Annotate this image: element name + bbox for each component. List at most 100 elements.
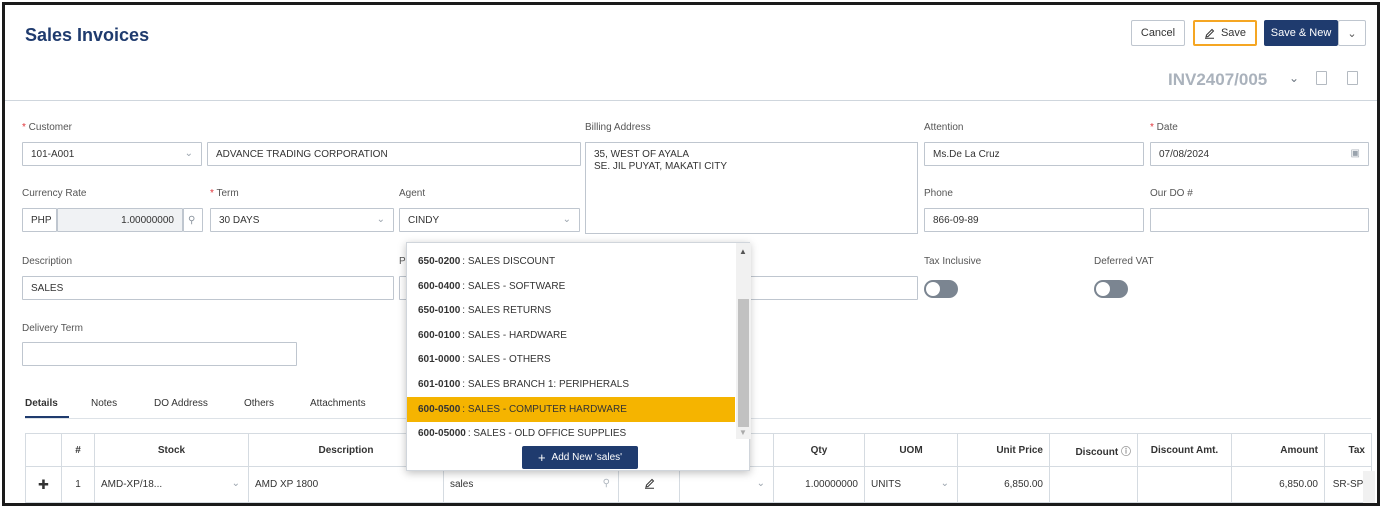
drag-handle-icon[interactable]: ✚ — [25, 466, 62, 503]
term-value: 30 DAYS — [219, 214, 260, 226]
row-unit-price[interactable]: 6,850.00 — [957, 466, 1050, 503]
add-new-button[interactable]: + Add New 'sales' — [522, 446, 638, 469]
tab-do-address[interactable]: DO Address — [154, 398, 208, 409]
row-uom-select[interactable]: UNITS ⌄ — [864, 466, 958, 503]
chevron-down-icon: ⌄ — [756, 478, 765, 489]
billing-line-1: 35, WEST OF AYALA — [594, 149, 690, 160]
table-row: ✚ 1 AMD-XP/18... ⌄ AMD XP 1800 sales ⚲ ⌄ 1… — [25, 466, 1372, 503]
row-qty[interactable]: 1.00000000 — [773, 466, 865, 503]
page-title: Sales Invoices — [25, 25, 150, 45]
dropdown-item[interactable]: 601-0100 : SALES BRANCH 1: PERIPHERALS — [407, 372, 735, 397]
document-icon[interactable] — [1347, 71, 1358, 85]
row-stock-select[interactable]: AMD-XP/18... ⌄ — [94, 466, 249, 503]
our-do-label: Our DO # — [1150, 188, 1193, 199]
dropdown-item-selected[interactable]: 600-0500 : SALES - COMPUTER HARDWARE — [407, 397, 735, 422]
delivery-term-label: Delivery Term — [22, 323, 83, 334]
row-stock-value: AMD-XP/18... — [101, 479, 163, 490]
p-label: P — [399, 256, 406, 267]
add-new-label: Add New 'sales' — [551, 452, 623, 463]
invoice-chevron-down-icon[interactable]: ⌄ — [1289, 71, 1299, 85]
phone-label: Phone — [924, 188, 953, 199]
col-discount-amt[interactable]: Discount Amt. — [1137, 433, 1232, 467]
cancel-button[interactable]: Cancel — [1131, 20, 1185, 46]
scroll-down-icon[interactable]: ▼ — [739, 428, 747, 437]
col-num: # — [61, 433, 95, 467]
row-discount-amt[interactable] — [1137, 466, 1232, 503]
rate-field[interactable]: 1.00000000 — [57, 208, 183, 232]
chevron-down-icon: ⌄ — [376, 214, 385, 225]
chevron-down-icon: ⌄ — [562, 214, 571, 225]
tab-details[interactable]: Details — [25, 398, 58, 409]
phone-field[interactable]: 866-09-89 — [924, 208, 1144, 232]
col-tax[interactable]: Tax — [1324, 433, 1372, 467]
deferred-vat-label: Deferred VAT — [1094, 256, 1154, 267]
col-uom[interactable]: UOM — [864, 433, 958, 467]
page-header: Sales Invoices Cancel Save Save & New ⌄ … — [5, 5, 1377, 101]
delivery-term-field[interactable] — [22, 342, 297, 366]
dropdown-item[interactable]: 600-05000 : SALES - OLD OFFICE SUPPLIES — [407, 421, 735, 446]
date-label: * Date — [1150, 122, 1178, 133]
active-tab-indicator — [25, 416, 69, 418]
row-num: 1 — [61, 466, 95, 503]
dropdown-item[interactable]: 650-0200 : SALES DISCOUNT — [407, 249, 735, 274]
col-unit-price[interactable]: Unit Price — [957, 433, 1050, 467]
dropdown-scroll-thumb[interactable] — [738, 299, 749, 427]
search-icon[interactable]: ⚲ — [183, 208, 203, 232]
chevron-down-icon: ⌄ — [184, 148, 193, 159]
save-options-chevron-down-icon[interactable]: ⌄ — [1338, 20, 1366, 46]
row-amount: 6,850.00 — [1231, 466, 1325, 503]
drag-column-header — [25, 433, 62, 467]
row-uom-value: UNITS — [871, 479, 901, 490]
chevron-down-icon: ⌄ — [940, 478, 949, 489]
deferred-vat-toggle[interactable] — [1094, 280, 1128, 298]
currency-rate-label: Currency Rate — [22, 188, 87, 199]
date-field[interactable]: 07/08/2024 ▣ — [1150, 142, 1369, 166]
attention-field[interactable]: Ms.De La Cruz — [924, 142, 1144, 166]
currency-field[interactable]: PHP — [22, 208, 57, 232]
col-stock[interactable]: Stock — [94, 433, 249, 467]
preview-doc-icon[interactable] — [1316, 71, 1327, 85]
agent-label: Agent — [399, 188, 426, 199]
dropdown-item[interactable]: 600-0400 : SALES - SOFTWARE — [407, 274, 735, 299]
our-do-field[interactable] — [1150, 208, 1369, 232]
help-circle-icon: ⓘ — [1118, 446, 1131, 458]
row-extra-select[interactable]: ⌄ — [679, 466, 774, 503]
col-qty[interactable]: Qty — [773, 433, 865, 467]
term-select[interactable]: 30 DAYS ⌄ — [210, 208, 394, 232]
table-scrollbar[interactable] — [1363, 471, 1375, 503]
dropdown-item[interactable]: 650-0100 : SALES RETURNS — [407, 298, 735, 323]
dropdown-item[interactable]: 601-0000 : SALES - OTHERS — [407, 347, 735, 372]
search-icon: ⚲ — [602, 478, 610, 489]
description-label: Description — [22, 256, 73, 267]
tab-others[interactable]: Others — [244, 398, 274, 409]
save-and-new-button[interactable]: Save & New — [1264, 20, 1338, 46]
dropdown-item[interactable]: 600-0100 : SALES - HARDWARE — [407, 323, 735, 348]
row-edit-pencil-icon[interactable] — [618, 466, 680, 503]
dropdown-scrollbar[interactable]: ▲ ▼ — [736, 243, 751, 439]
pencil-icon — [1204, 28, 1215, 39]
tax-inclusive-toggle[interactable] — [924, 280, 958, 298]
calendar-icon[interactable]: ▣ — [1351, 148, 1360, 159]
col-discount[interactable]: Discount ⓘ — [1049, 433, 1138, 467]
row-discount[interactable] — [1049, 466, 1138, 503]
scroll-up-icon[interactable]: ▲ — [739, 247, 747, 256]
row-account-input[interactable]: sales ⚲ — [443, 466, 619, 503]
billing-address-textarea[interactable]: 35, WEST OF AYALA SE. JIL PUYAT, MAKATI … — [585, 142, 918, 234]
customer-code-select[interactable]: 101-A001 ⌄ — [22, 142, 202, 166]
row-description[interactable]: AMD XP 1800 — [248, 466, 444, 503]
tab-attachments[interactable]: Attachments — [310, 398, 366, 409]
account-dropdown: 650-0200 : SALES DISCOUNT 600-0400 : SAL… — [406, 242, 751, 471]
tab-notes[interactable]: Notes — [91, 398, 117, 409]
customer-name-field[interactable]: ADVANCE TRADING CORPORATION — [207, 142, 581, 166]
col-amount[interactable]: Amount — [1231, 433, 1325, 467]
attention-label: Attention — [924, 122, 964, 133]
invoice-number: INV2407/005 — [1168, 70, 1268, 89]
term-label: * Term — [210, 188, 239, 199]
save-button[interactable]: Save — [1193, 20, 1257, 46]
billing-address-label: Billing Address — [585, 122, 651, 133]
description-field[interactable]: SALES — [22, 276, 394, 300]
billing-line-2: SE. JIL PUYAT, MAKATI CITY — [594, 161, 727, 172]
customer-label: * Customer — [22, 122, 73, 133]
agent-value: CINDY — [408, 214, 440, 226]
agent-select[interactable]: CINDY ⌄ — [399, 208, 580, 232]
